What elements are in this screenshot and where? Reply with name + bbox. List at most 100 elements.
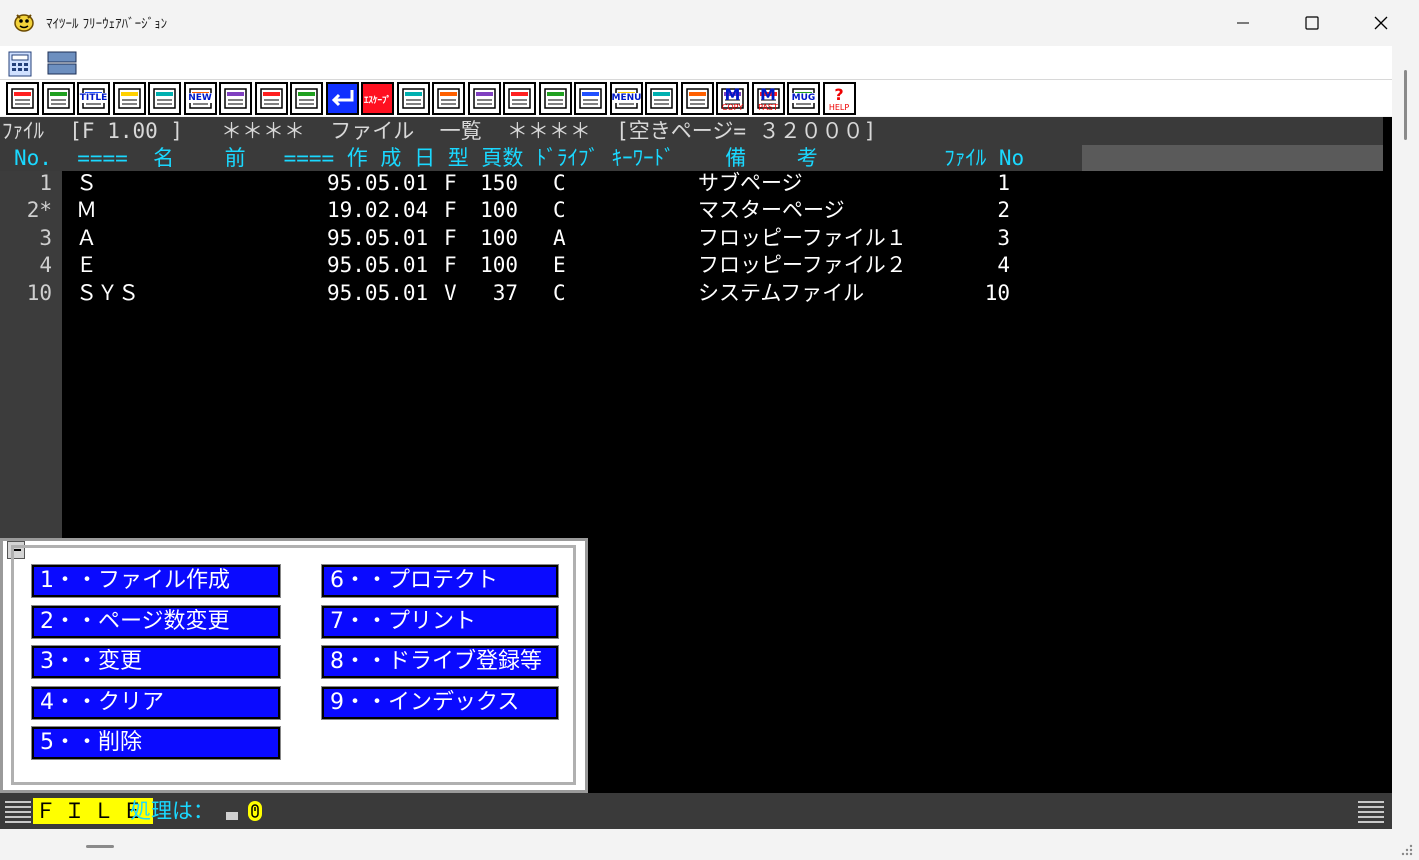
drive-letter: E xyxy=(553,253,566,278)
maximize-button[interactable] xyxy=(1279,0,1345,46)
row-number: 3 xyxy=(39,225,52,250)
menu-frame xyxy=(11,782,576,785)
input-cursor[interactable] xyxy=(226,812,238,820)
m-paste-button[interactable]: M PAST xyxy=(751,82,785,115)
speaker-button[interactable] xyxy=(574,82,607,115)
copy-pages-button[interactable] xyxy=(148,82,181,115)
file-note: システムファイル xyxy=(698,280,865,305)
printer-cancel-button[interactable] xyxy=(290,82,323,115)
table-row[interactable]: 10 ＳＹＳ 95.05.01 V 37 C システムファイル 10 xyxy=(0,281,1100,308)
help-button[interactable]: ? HELP xyxy=(822,82,856,115)
color-palette-icon xyxy=(46,88,70,109)
list-button[interactable] xyxy=(645,82,678,115)
file-type: F xyxy=(444,171,457,195)
close-button[interactable] xyxy=(1348,0,1414,46)
menu-bar xyxy=(0,46,1392,80)
table-row[interactable]: 4 Ｅ 95.05.01 F 100 E フロッピーファイル２ 4 xyxy=(0,253,1100,280)
title-bar: ﾏｲﾂｰﾙ ﾌﾘｰｳｪｱﾊﾞｰｼﾞｮﾝ xyxy=(0,0,1419,46)
title-button[interactable]: TITLE xyxy=(77,82,110,115)
row-number: 4 xyxy=(39,253,52,278)
menu-item-delete[interactable]: 5・・削除 xyxy=(31,726,281,760)
new-button[interactable]: NEW xyxy=(183,82,217,115)
status-bar: ＦＩＬＥ 処理は： xyxy=(0,793,1392,829)
menu-item-index[interactable]: 9・・インデックス xyxy=(321,686,559,720)
m-paste-sublabel: PAST xyxy=(758,103,778,112)
drive-letter: A xyxy=(553,225,566,250)
transfer-button[interactable] xyxy=(467,82,501,115)
drive-letter: C xyxy=(553,280,566,305)
calculator-icon[interactable] xyxy=(6,49,34,77)
split-view-icon[interactable] xyxy=(46,49,77,77)
page-count: 100 xyxy=(480,198,518,223)
close-icon xyxy=(1374,16,1388,30)
layout-button[interactable] xyxy=(432,82,465,115)
file-type: F xyxy=(444,225,457,250)
vertical-scrollbar[interactable] xyxy=(1392,46,1419,836)
m-copy-button[interactable]: M COPY xyxy=(716,82,749,115)
file-number: 4 xyxy=(997,253,1010,278)
file-name: Ｓ xyxy=(76,171,97,195)
help-label: ? xyxy=(834,85,844,104)
row-number: 1 xyxy=(39,171,52,195)
color-palette-button[interactable] xyxy=(41,82,75,115)
file-number: 2 xyxy=(997,198,1010,223)
m-paste-label: M xyxy=(760,85,776,104)
file-number: 10 xyxy=(984,280,1010,305)
system-menu-icon[interactable] xyxy=(7,541,25,559)
file-name: Ｍ xyxy=(76,198,97,223)
file-note: フロッピーファイル２ xyxy=(698,253,907,278)
mug-button[interactable]: MUG xyxy=(787,82,820,115)
export-icon xyxy=(508,88,531,109)
export-button[interactable] xyxy=(503,82,536,115)
scrollbar-thumb[interactable] xyxy=(1404,70,1407,140)
speaker-icon xyxy=(579,88,602,109)
page-count: 100 xyxy=(480,225,518,250)
menu-item-print[interactable]: 7・・プリント xyxy=(321,605,559,639)
page-count: 150 xyxy=(480,171,518,195)
maximize-icon xyxy=(1305,16,1319,30)
file-name: Ａ xyxy=(76,225,97,250)
layout-icon xyxy=(437,88,460,109)
menu-item-drive-registration[interactable]: 8・・ドライブ登録等 xyxy=(321,645,559,679)
escape-label: ｴｽｹｰﾌﾟ xyxy=(363,96,391,106)
minimize-button[interactable] xyxy=(1210,0,1276,46)
command-prompt: 処理は： xyxy=(130,799,214,823)
page-icon xyxy=(117,88,141,109)
menu-book-label: MENU xyxy=(611,93,642,103)
copy-pages-icon xyxy=(153,88,176,109)
eraser-button[interactable] xyxy=(396,82,430,115)
minimize-icon xyxy=(1237,22,1249,24)
eraser-icon xyxy=(401,88,425,109)
window-button[interactable] xyxy=(6,82,39,115)
pencil-button[interactable] xyxy=(538,82,572,115)
menu-item-clear[interactable]: 4・・クリア xyxy=(31,686,281,720)
processing-menu-panel: 1・・ファイル作成 2・・ページ数変更 3・・変更 4・・クリア 5・・削除 6… xyxy=(0,538,588,793)
file-note: サブページ xyxy=(698,171,803,195)
drive-letter: C xyxy=(553,198,566,223)
enter-button[interactable] xyxy=(325,82,359,115)
pencil-icon xyxy=(543,88,567,109)
transfer-icon xyxy=(472,88,496,109)
table-row[interactable]: 3 Ａ 95.05.01 F 100 A フロッピーファイル１ 3 xyxy=(0,226,1100,253)
horizontal-scrollbar-thumb[interactable] xyxy=(86,845,114,848)
table-row[interactable]: 2* Ｍ 19.02.04 F 100 C マスターページ 2 xyxy=(0,198,1100,225)
menu-item-change[interactable]: 3・・変更 xyxy=(31,645,281,679)
escape-button[interactable]: ｴｽｹｰﾌﾟ xyxy=(361,82,394,115)
resize-grip-icon[interactable] xyxy=(1400,843,1414,857)
screen-button[interactable] xyxy=(680,82,714,115)
menu-frame xyxy=(573,545,576,785)
created-date: 95.05.01 xyxy=(327,280,429,305)
table-row[interactable]: 1 Ｓ 95.05.01 F 150 C サブページ 1 xyxy=(0,171,1100,198)
menu-item-file-create[interactable]: 1・・ファイル作成 xyxy=(31,564,281,598)
caps-indicator-icon xyxy=(248,801,262,821)
mytool-app-icon[interactable] xyxy=(12,10,36,34)
menu-item-protect[interactable]: 6・・プロテクト xyxy=(321,564,559,598)
folder-button[interactable] xyxy=(219,82,252,115)
printer-button[interactable] xyxy=(254,82,288,115)
menu-book-button[interactable]: MENU xyxy=(609,82,643,115)
screen-icon xyxy=(685,88,709,109)
menu-frame xyxy=(11,545,14,785)
row-number: 10 xyxy=(26,280,52,305)
menu-item-page-count-change[interactable]: 2・・ページ数変更 xyxy=(31,605,281,639)
page-button[interactable] xyxy=(112,82,146,115)
